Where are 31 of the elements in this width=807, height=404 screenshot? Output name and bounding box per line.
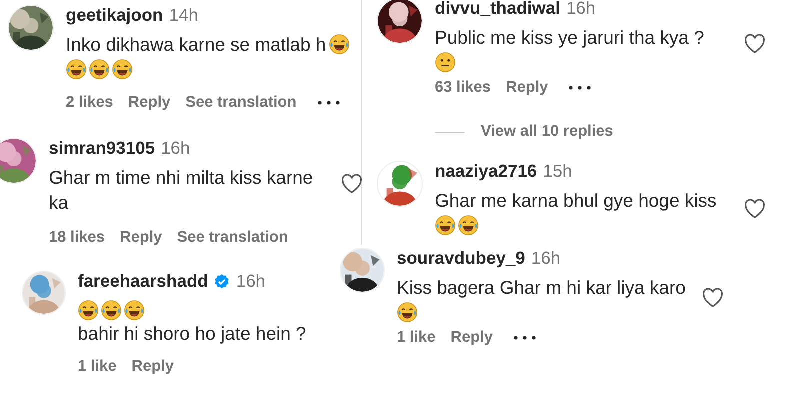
username[interactable]: geetikajoon [66,5,164,26]
reply-button[interactable]: Reply [120,229,162,247]
reply-button[interactable]: Reply [450,329,493,347]
reply-button[interactable]: Reply [132,358,174,376]
comment-time: 15h [543,161,572,182]
comment-text: Ghar me karna bhul gye hoge kiss [435,189,717,213]
comment-time: 16h [531,248,561,269]
comment-time: 16h [566,0,596,19]
username[interactable]: souravdubey_9 [397,248,526,269]
comment-text: Inko dikhawa karne se matlab h [66,33,326,57]
reply-button[interactable]: Reply [506,79,548,97]
likes-count[interactable]: 2 likes [66,94,114,112]
see-translation-link[interactable]: See translation [177,229,288,247]
comment-text: Kiss bagera Ghar m hi kar liya karo [397,276,686,300]
comment-time: 16h [236,271,266,292]
username[interactable]: simran93105 [49,138,156,159]
view-replies-link[interactable]: View all 10 replies [481,123,614,141]
likes-count[interactable]: 1 like [397,329,436,347]
comment-text: Public me kiss ye jaruri tha kya ? [435,26,704,50]
comment-text: Ghar m time nhi milta kiss karne ka [49,166,314,215]
likes-count[interactable]: 18 likes [49,229,106,247]
comment-text: bahir hi shoro ho jate hein ? [78,322,306,346]
comment-time: 14h [169,5,198,26]
username[interactable]: fareehaarshadd [78,271,208,292]
likes-count[interactable]: 1 like [78,358,117,376]
username[interactable]: divvu_thadiwal [435,0,560,19]
likes-count[interactable]: 63 likes [435,79,492,97]
username[interactable]: naaziya2716 [435,161,538,182]
see-translation-link[interactable]: See translation [186,94,297,112]
comment-time: 16h [161,138,190,159]
reply-button[interactable]: Reply [128,94,171,112]
